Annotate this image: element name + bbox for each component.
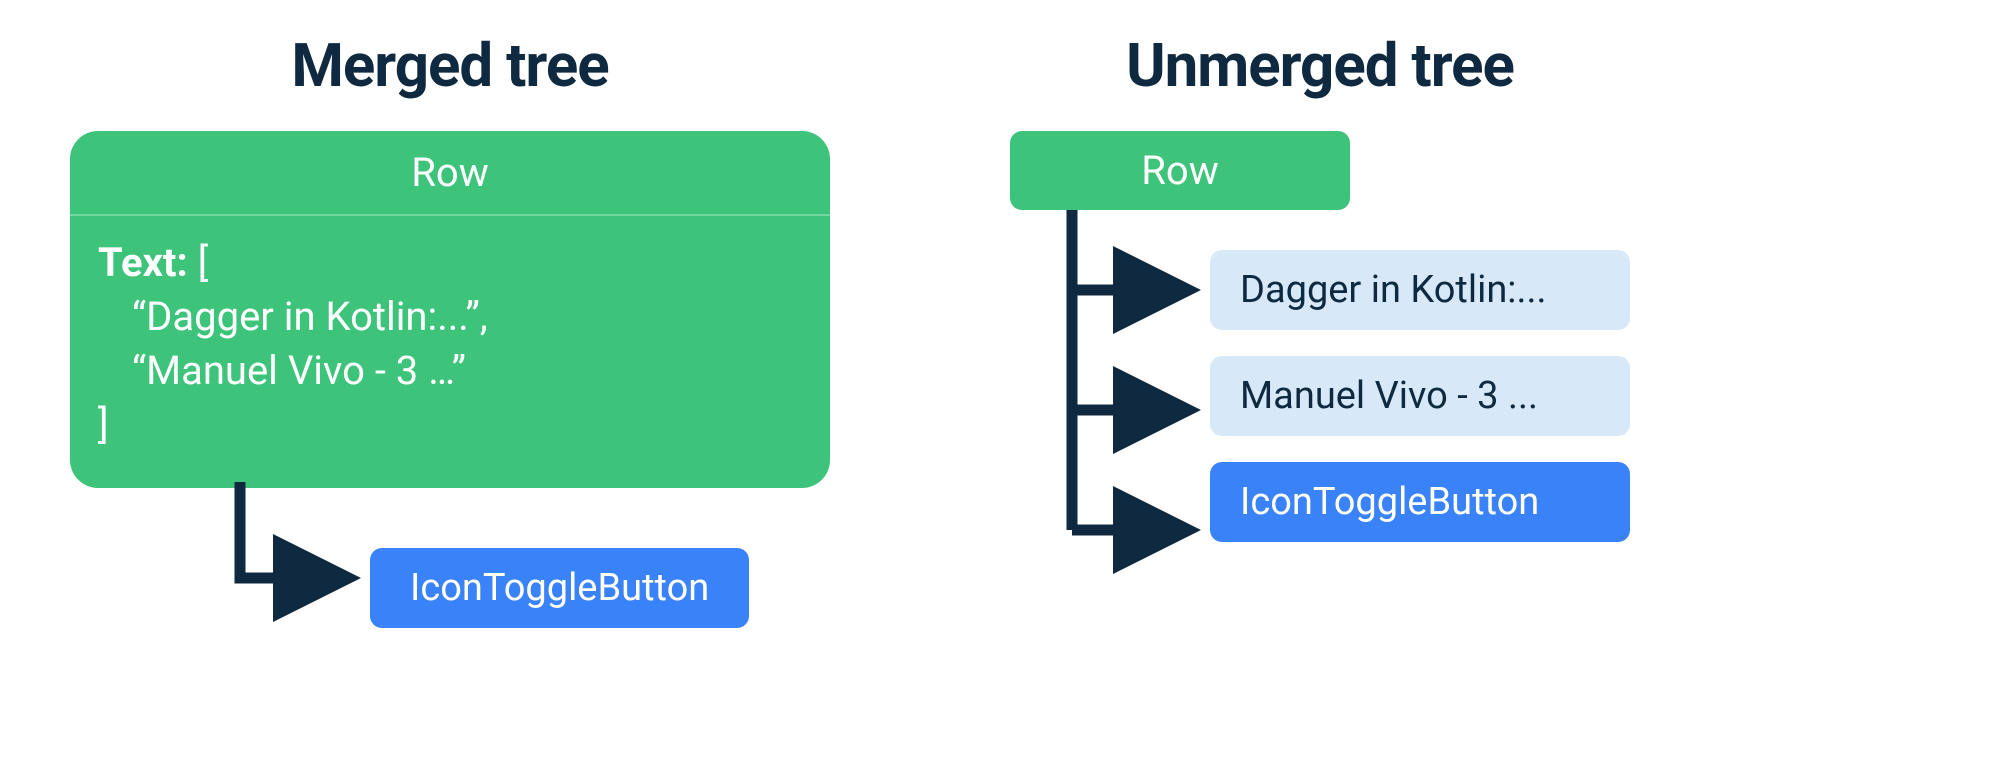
- tree-connector-icon: [1060, 210, 1240, 590]
- unmerged-row-node: Row: [1010, 131, 1350, 210]
- merged-text-key: Text:: [98, 239, 188, 286]
- unmerged-leaf-1: Dagger in Kotlin:...: [1210, 250, 1630, 330]
- unmerged-children: Dagger in Kotlin:... Manuel Vivo - 3 ...…: [1010, 250, 1630, 542]
- bracket-open: [: [188, 239, 209, 286]
- bracket-close: ]: [98, 401, 109, 448]
- unmerged-title: Unmerged tree: [1126, 30, 1514, 101]
- merged-child-wrap: IconToggleButton: [70, 488, 830, 628]
- merged-text-line1: “Dagger in Kotlin:...”,: [98, 290, 802, 344]
- merged-title: Merged tree: [291, 30, 608, 101]
- arrow-icon: [230, 482, 390, 612]
- merged-text-body: Text: [ “Dagger in Kotlin:...”, “Manuel …: [70, 216, 830, 488]
- unmerged-tree-column: Unmerged tree Row Dagger in Kotlin:...: [1010, 30, 1630, 568]
- merged-text-line2: “Manuel Vivo - 3 …”: [98, 344, 802, 398]
- merged-row-label: Row: [70, 131, 830, 216]
- unmerged-leaf-3: IconToggleButton: [1210, 462, 1630, 542]
- unmerged-wrap: Row Dagger in Kotlin:... Manuel Vivo - 3…: [1010, 131, 1630, 568]
- merged-child-node: IconToggleButton: [370, 548, 749, 628]
- merged-row-node: Row Text: [ “Dagger in Kotlin:...”, “Man…: [70, 131, 830, 488]
- unmerged-leaf-2: Manuel Vivo - 3 ...: [1210, 356, 1630, 436]
- merged-tree-column: Merged tree Row Text: [ “Dagger in Kotli…: [70, 30, 830, 628]
